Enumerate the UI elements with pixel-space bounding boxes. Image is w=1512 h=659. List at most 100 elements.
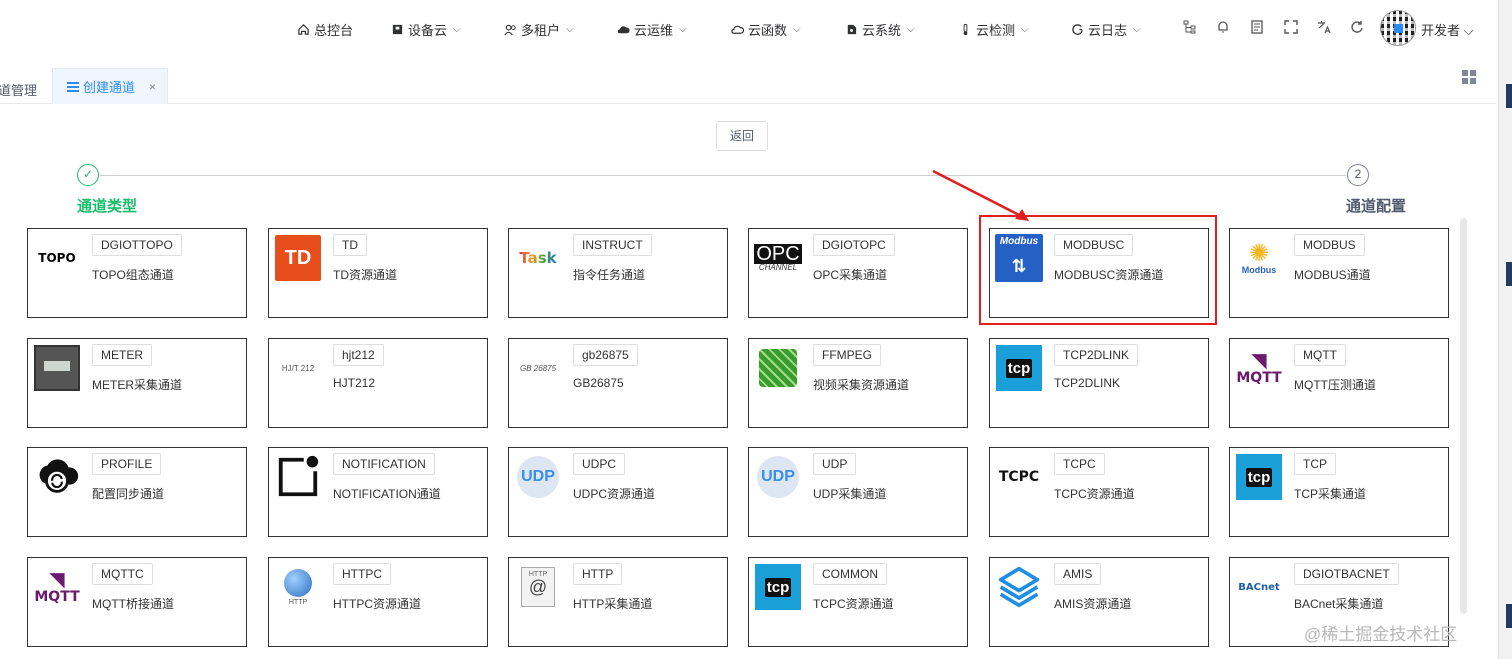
channel-card-udpc[interactable]: UDP UDPC UDPC资源通道 bbox=[508, 447, 728, 537]
channel-tag: PROFILE bbox=[92, 453, 162, 475]
watermark: @稀土掘金技术社区 bbox=[1304, 625, 1458, 644]
nav-item-label: 云日志 bbox=[1088, 22, 1128, 38]
channel-description: TCP采集通道 bbox=[1294, 487, 1367, 501]
channel-description: AMIS资源通道 bbox=[1054, 597, 1132, 611]
channel-card-hjt212[interactable]: HJ/T 212 hjt212 HJT212 bbox=[268, 338, 488, 428]
httpc-logo-icon: HTTP bbox=[274, 563, 322, 611]
chevron-down-icon: ⌵ bbox=[453, 23, 461, 35]
fullscreen-icon[interactable] bbox=[1283, 19, 1299, 35]
channel-card-tcpc[interactable]: TCPC TCPC TCPC资源通道 bbox=[989, 447, 1209, 537]
annotation-highlight-box bbox=[979, 215, 1217, 325]
channel-tag: hjt212 bbox=[333, 344, 384, 366]
channel-description: UDPC资源通道 bbox=[573, 487, 656, 501]
channel-tag: HTTP bbox=[573, 563, 623, 585]
grid-icon[interactable] bbox=[1462, 70, 1476, 84]
tab-create-channel[interactable]: 创建通道 × bbox=[52, 68, 168, 104]
channel-description: OPC采集通道 bbox=[813, 268, 888, 282]
bell-icon[interactable] bbox=[1215, 19, 1231, 35]
modbus-logo-icon: ✺ Modbus bbox=[1241, 239, 1277, 275]
user-menu[interactable]: 开发者 ⌵ bbox=[1421, 20, 1473, 39]
channel-card-common[interactable]: tcp COMMON TCPC资源通道 bbox=[748, 557, 968, 647]
chevron-down-icon: ⌵ bbox=[566, 23, 574, 35]
nav-item-label: 设备云 bbox=[408, 22, 448, 38]
avatar[interactable] bbox=[1380, 10, 1416, 46]
ffmpeg-logo-icon bbox=[754, 344, 802, 392]
channel-card-httpc[interactable]: HTTP HTTPC HTTPC资源通道 bbox=[268, 557, 488, 647]
channel-description: HTTPC资源通道 bbox=[333, 597, 421, 611]
nav-item-label: 云运维 bbox=[634, 22, 674, 38]
nav-item-5[interactable]: 云系统 ⌵ bbox=[845, 20, 915, 38]
step-1-check-icon: ✓ bbox=[77, 164, 99, 186]
channel-tag: MQTT bbox=[1294, 344, 1346, 366]
channel-card-http[interactable]: HTTP @ HTTP HTTP采集通道 bbox=[508, 557, 728, 647]
nav-item-label: 云函数 bbox=[748, 22, 788, 38]
notification-logo-icon bbox=[274, 453, 322, 501]
channel-tag: TD bbox=[333, 234, 367, 256]
meter-logo-icon bbox=[33, 344, 81, 392]
channel-card-dgiottopo[interactable]: TOPO DGIOTTOPO TOPO组态通道 bbox=[27, 228, 247, 318]
list-icon bbox=[67, 81, 79, 92]
channel-tag: MODBUS bbox=[1294, 234, 1365, 256]
top-navbar: 总控台 设备云 ⌵ 多租户 ⌵ 云运维 ⌵ 云函数 ⌵ 云系统 ⌵ 云检测 ⌵ 云日志 ⌵ 开发者 ⌵ bbox=[0, 0, 1500, 58]
channel-description: TD资源通道 bbox=[333, 268, 397, 282]
channel-card-udp[interactable]: UDP UDP UDP采集通道 bbox=[748, 447, 968, 537]
channel-card-meter[interactable]: METER METER采集通道 bbox=[27, 338, 247, 428]
channel-card-dgiotopc[interactable]: OPC CHANNEL DGIOTOPC OPC采集通道 bbox=[748, 228, 968, 318]
channel-description: NOTIFICATION通道 bbox=[333, 487, 441, 501]
scrollbar[interactable] bbox=[1460, 218, 1467, 614]
td-logo-icon: TD bbox=[274, 234, 322, 282]
refresh-icon[interactable] bbox=[1349, 19, 1365, 35]
edge-marker bbox=[1506, 84, 1512, 108]
nav-item-6[interactable]: 云检测 ⌵ bbox=[959, 20, 1029, 38]
channel-card-ffmpeg[interactable]: FFMPEG 视频采集资源通道 bbox=[748, 338, 968, 428]
channel-tag: TCPC bbox=[1054, 453, 1105, 475]
channel-card-profile[interactable]: PROFILE 配置同步通道 bbox=[27, 447, 247, 537]
doc-icon[interactable] bbox=[1249, 19, 1265, 35]
tabs-bar: 道管理 创建通道 × bbox=[0, 66, 1496, 104]
chevron-down-icon: ⌵ bbox=[679, 23, 687, 35]
bacnet-logo-icon: BACnet bbox=[1238, 581, 1280, 593]
tree-icon[interactable] bbox=[1182, 19, 1198, 35]
tcp-logo-icon: tcp bbox=[754, 563, 802, 611]
nav-item-7[interactable]: 云日志 ⌵ bbox=[1071, 20, 1141, 38]
channel-description: TOPO组态通道 bbox=[92, 268, 174, 282]
channel-tag: HTTPC bbox=[333, 563, 391, 585]
nav-item-label: 多租户 bbox=[521, 22, 561, 38]
channel-card-amis[interactable]: AMIS AMIS资源通道 bbox=[989, 557, 1209, 647]
nav-item-0[interactable]: 总控台 bbox=[297, 20, 353, 38]
channel-description: TCPC资源通道 bbox=[813, 597, 894, 611]
channel-card-gb26875[interactable]: GB 26875 gb26875 GB26875 bbox=[508, 338, 728, 428]
channel-card-mqtt[interactable]: ◥ MQTT MQTT MQTT压测通道 bbox=[1229, 338, 1449, 428]
nav-item-2[interactable]: 多租户 ⌵ bbox=[504, 20, 574, 38]
translate-icon[interactable] bbox=[1316, 19, 1332, 35]
channel-card-mqttc[interactable]: ◥ MQTT MQTTC MQTT桥接通道 bbox=[27, 557, 247, 647]
channel-tag: COMMON bbox=[813, 563, 887, 585]
channel-card-notification[interactable]: NOTIFICATION NOTIFICATION通道 bbox=[268, 447, 488, 537]
chevron-down-icon: ⌵ bbox=[1133, 23, 1141, 35]
topo-logo-icon: TOPO bbox=[38, 251, 76, 265]
nav-item-label: 总控台 bbox=[314, 22, 354, 38]
channel-card-modbus[interactable]: ✺ Modbus MODBUS MODBUS通道 bbox=[1229, 228, 1449, 318]
channel-tag: DGIOTTOPO bbox=[92, 234, 182, 256]
channel-card-tcp[interactable]: tcp TCP TCP采集通道 bbox=[1229, 447, 1449, 537]
channel-tag: FFMPEG bbox=[813, 344, 881, 366]
system-icon bbox=[847, 24, 857, 34]
channel-description: BACnet采集通道 bbox=[1294, 597, 1384, 611]
tab-channel-management[interactable]: 道管理 bbox=[0, 80, 37, 99]
chevron-down-icon: ⌵ bbox=[793, 23, 801, 35]
channel-description: GB26875 bbox=[573, 376, 624, 390]
channel-card-td[interactable]: TD TD TD资源通道 bbox=[268, 228, 488, 318]
thermometer-icon bbox=[963, 23, 968, 35]
nav-item-3[interactable]: 云运维 ⌵ bbox=[617, 20, 687, 38]
close-icon[interactable]: × bbox=[149, 80, 156, 94]
channel-tag: TCP2DLINK bbox=[1054, 344, 1139, 366]
channel-card-instruct[interactable]: Task INSTRUCT 指令任务通道 bbox=[508, 228, 728, 318]
nav-item-4[interactable]: 云函数 ⌵ bbox=[731, 20, 801, 38]
back-button[interactable]: 返回 bbox=[716, 121, 768, 151]
nav-item-1[interactable]: 设备云 ⌵ bbox=[391, 20, 461, 38]
channel-description: MODBUS通道 bbox=[1294, 268, 1371, 282]
channel-description: 视频采集资源通道 bbox=[813, 378, 910, 392]
channel-card-tcp2dlink[interactable]: tcp TCP2DLINK TCP2DLINK bbox=[989, 338, 1209, 428]
cloud-function-icon bbox=[731, 25, 744, 34]
mqtt-logo-icon: ◥ MQTT bbox=[1236, 350, 1282, 386]
